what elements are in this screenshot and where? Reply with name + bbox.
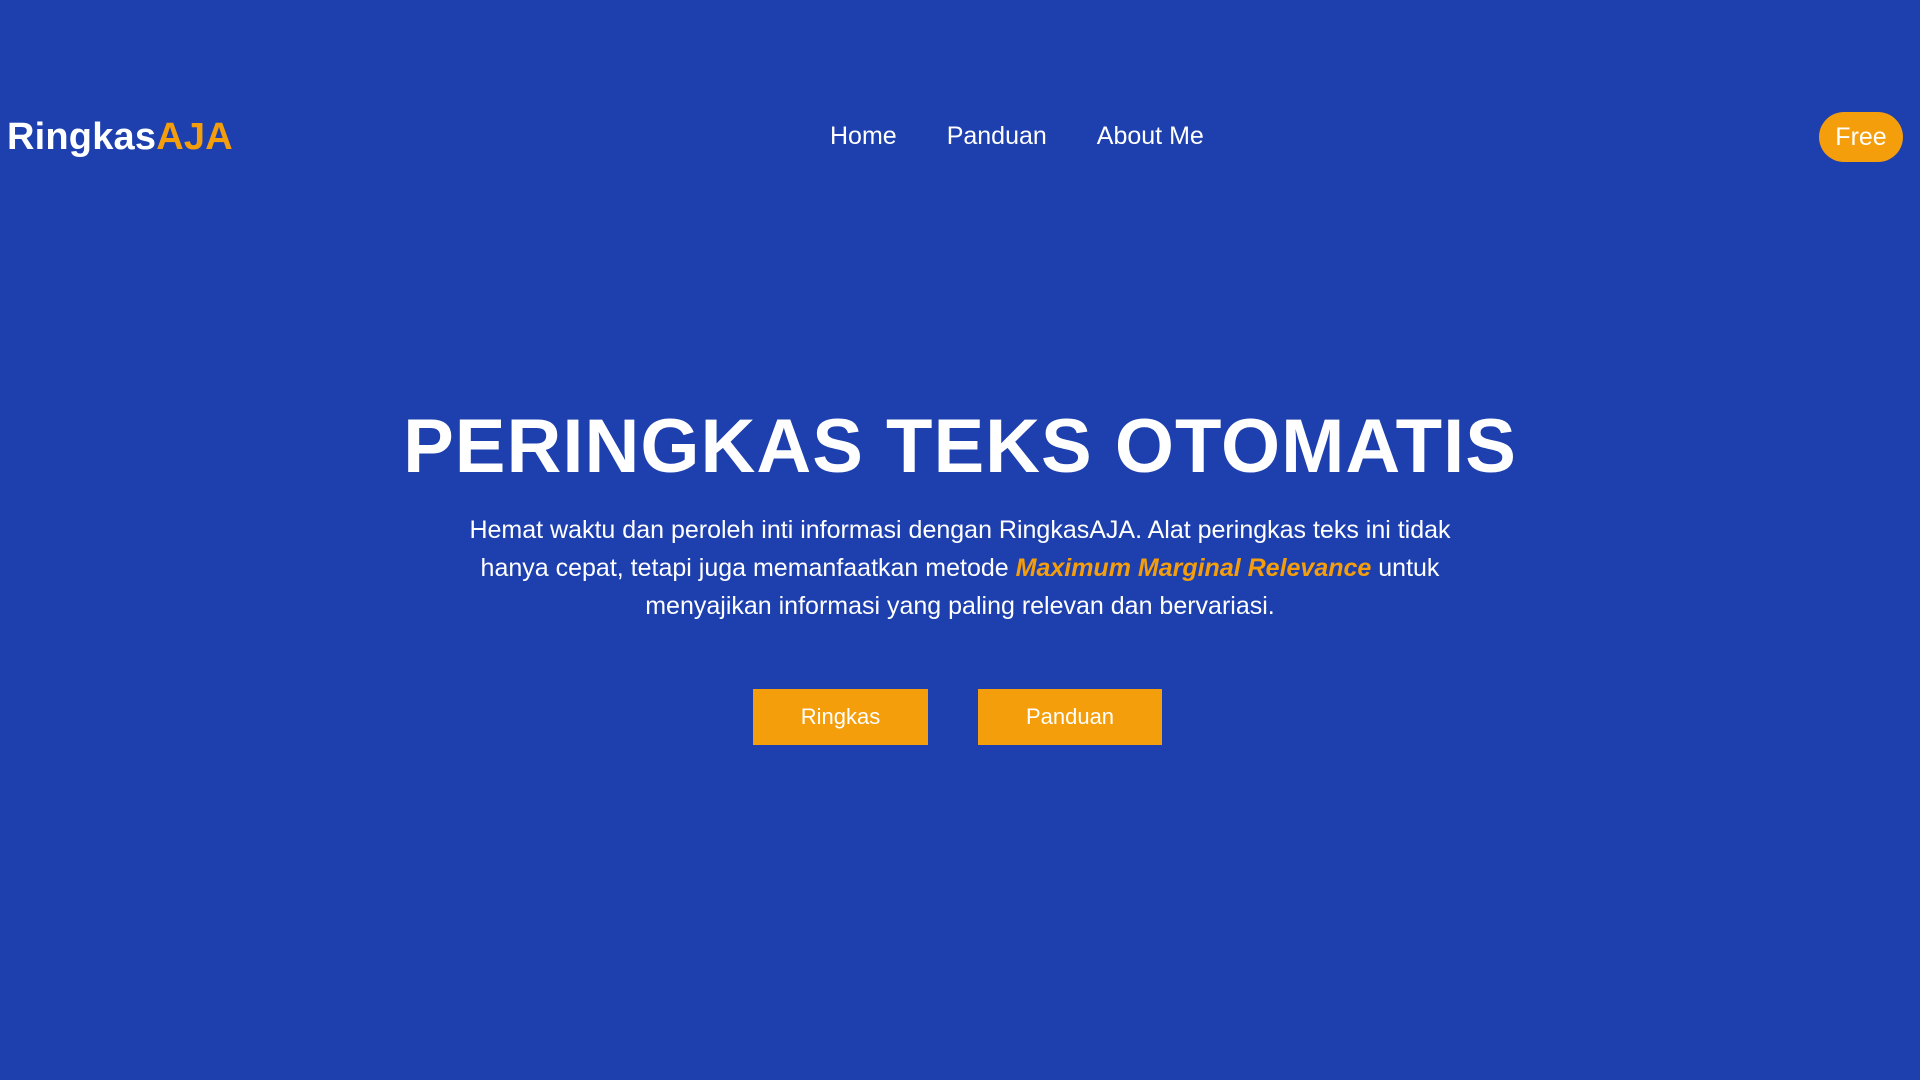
free-button[interactable]: Free [1819, 112, 1903, 162]
hero-description-highlight: Maximum Marginal Relevance [1015, 553, 1372, 582]
hero-description: Hemat waktu dan peroleh inti informasi d… [460, 511, 1460, 625]
landing-page: RingkasAJA Home Panduan About Me Free PE… [0, 0, 1920, 1080]
navbar: RingkasAJA Home Panduan About Me Free [0, 112, 1920, 164]
nav-link-about-me[interactable]: About Me [1097, 124, 1204, 149]
panduan-button[interactable]: Panduan [978, 688, 1162, 745]
brand-logo[interactable]: RingkasAJA [7, 118, 233, 156]
hero-section: PERINGKAS TEKS OTOMATIS Hemat waktu dan … [0, 405, 1920, 745]
nav-link-panduan[interactable]: Panduan [947, 124, 1047, 149]
hero-buttons: Ringkas Panduan [0, 688, 1920, 745]
nav-link-home[interactable]: Home [830, 124, 897, 149]
main-nav: Home Panduan About Me [830, 124, 1204, 149]
ringkas-button[interactable]: Ringkas [753, 688, 928, 745]
hero-title: PERINGKAS TEKS OTOMATIS [403, 404, 1517, 489]
logo-text-accent: AJA [156, 116, 233, 158]
logo-text-main: Ringkas [7, 116, 157, 158]
